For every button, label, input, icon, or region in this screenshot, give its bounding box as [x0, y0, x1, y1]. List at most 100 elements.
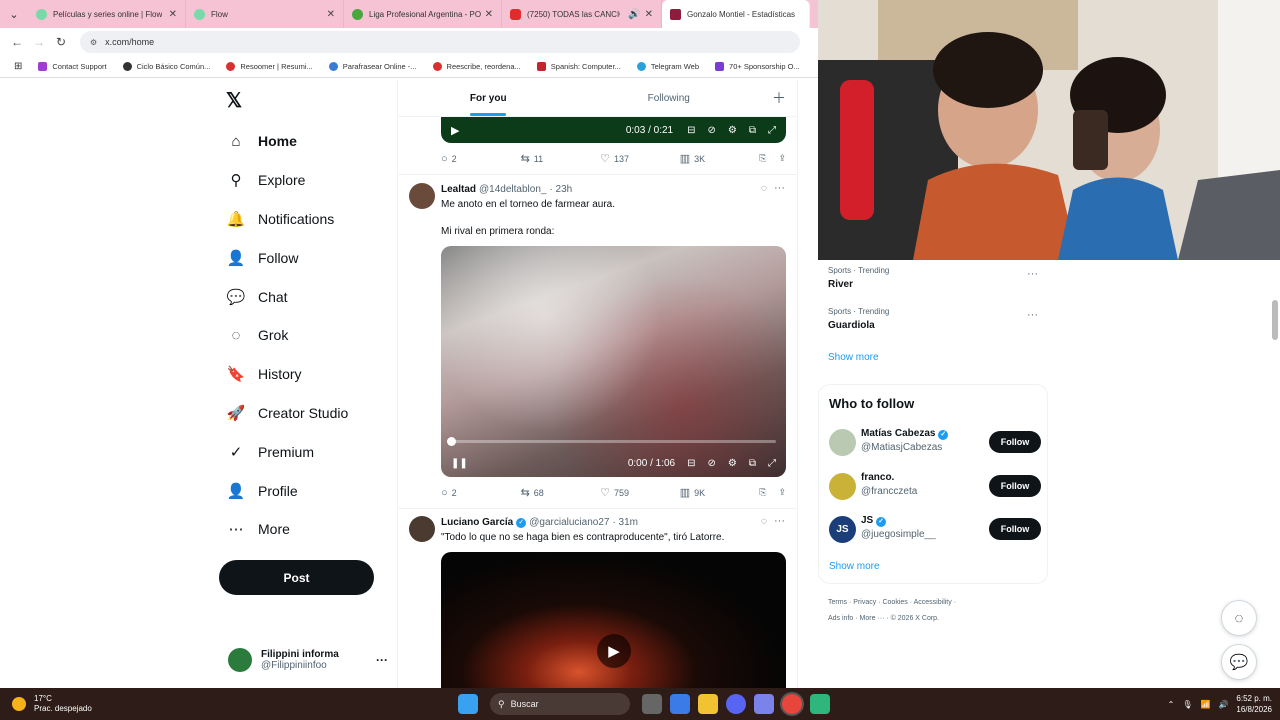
bookmark-icon[interactable]: ⎘: [759, 487, 766, 498]
tab-for-you[interactable]: For you: [398, 80, 579, 116]
tab-liga[interactable]: Liga Profesional Argentina - PO ✕: [344, 0, 502, 28]
footer-privacy-link[interactable]: Privacy: [853, 599, 876, 606]
wifi-icon[interactable]: 📶: [1200, 700, 1210, 709]
copilot-icon[interactable]: [670, 694, 690, 714]
settings-icon[interactable]: ⚙: [728, 458, 737, 469]
bookmark-parafrasear[interactable]: Parafrasear Online -...: [321, 62, 425, 71]
task-view-icon[interactable]: [642, 694, 662, 714]
follow-suggestion[interactable]: franco. @francczeta Follow: [829, 471, 1041, 501]
nav-more[interactable]: ⋯ More: [226, 510, 386, 549]
windows-start-icon[interactable]: [458, 694, 478, 714]
close-tab-icon[interactable]: ✕: [481, 9, 493, 20]
bookmark-sponsorship[interactable]: 70+ Sponsorship O...: [707, 62, 808, 71]
bookmark-resoomer[interactable]: Resoomer | Resumi...: [218, 62, 320, 71]
trend-item[interactable]: Sports · Trending River ···: [828, 266, 1038, 290]
pip-icon[interactable]: ⧉: [749, 125, 756, 136]
more-dots-icon[interactable]: ···: [774, 515, 785, 527]
captions-icon[interactable]: ⊟: [687, 458, 695, 469]
bookmark-telegram[interactable]: Telegram Web: [629, 62, 707, 71]
mute-icon[interactable]: ⊘: [708, 458, 716, 469]
microphone-icon[interactable]: 🎙: [1182, 700, 1192, 709]
views-button[interactable]: ▥ 3K: [680, 152, 760, 165]
taskbar-search[interactable]: ⚲ Buscar: [490, 693, 630, 715]
play-icon[interactable]: ▶: [451, 124, 459, 137]
grok-icon[interactable]: ◌: [761, 183, 767, 194]
close-tab-icon[interactable]: ✕: [165, 9, 177, 20]
follow-suggestion[interactable]: JS JS ✓ @juegosimple__ Follow: [829, 514, 1041, 544]
footer-ads-link[interactable]: Ads info: [828, 615, 853, 622]
nav-profile[interactable]: 👤 Profile: [226, 471, 386, 510]
tweet-time[interactable]: · 31m: [612, 517, 638, 528]
fullscreen-icon[interactable]: ⤢: [768, 458, 776, 469]
teams-icon[interactable]: [754, 694, 774, 714]
tray-chevron-icon[interactable]: ⌃: [1168, 700, 1175, 709]
video-scrubber[interactable]: [447, 437, 456, 446]
page-scrollbar[interactable]: [1272, 300, 1278, 340]
avatar[interactable]: [409, 183, 435, 209]
nav-explore[interactable]: ⚲ Explore: [226, 161, 386, 200]
nav-home[interactable]: ⌂ Home: [226, 122, 386, 161]
post-button[interactable]: Post: [219, 560, 374, 595]
nav-history[interactable]: 🔖 History: [226, 355, 386, 394]
bookmark-spanish[interactable]: Spanish: Computer...: [529, 62, 629, 71]
apps-icon[interactable]: ⊞: [6, 61, 30, 72]
author-name[interactable]: Luciano García: [441, 517, 513, 528]
play-icon[interactable]: ▶: [597, 634, 631, 668]
nav-chat[interactable]: 💬 Chat: [226, 277, 386, 316]
url-field[interactable]: ⚙ x.com/home: [80, 31, 800, 53]
footer-accessibility-link[interactable]: Accessibility: [914, 599, 952, 606]
settings-icon[interactable]: ⚙: [728, 125, 737, 136]
close-tab-icon[interactable]: ✕: [323, 9, 335, 20]
weather-widget[interactable]: 17°C Prac. despejado: [12, 694, 92, 714]
nav-notifications[interactable]: 🔔 Notifications: [226, 200, 386, 239]
follow-button[interactable]: Follow: [989, 518, 1041, 540]
avatar[interactable]: [409, 516, 435, 542]
follow-suggestion[interactable]: Matías Cabezas ✓ @MatiasjCabezas Follow: [829, 427, 1041, 457]
x-logo-icon[interactable]: 𝕏: [226, 88, 242, 113]
app-icon[interactable]: [810, 694, 830, 714]
mute-icon[interactable]: ⊘: [708, 125, 716, 136]
fullscreen-icon[interactable]: ⤢: [768, 125, 776, 136]
pip-icon[interactable]: ⧉: [749, 458, 756, 469]
repost-button[interactable]: ⇆ 68: [521, 486, 601, 499]
more-dots-icon[interactable]: ···: [774, 182, 785, 194]
reply-button[interactable]: ○ 2: [441, 153, 521, 165]
tweet-time[interactable]: · 23h: [549, 184, 572, 195]
tweet-video[interactable]: ❚❚ 0:00 / 1:06 ⊟ ⊘ ⚙ ⧉ ⤢: [441, 246, 786, 477]
file-explorer-icon[interactable]: [698, 694, 718, 714]
chat-fab-icon[interactable]: 💬: [1221, 644, 1257, 680]
more-dots-icon[interactable]: ···: [1027, 268, 1038, 280]
reload-icon[interactable]: ↻: [50, 35, 72, 49]
tab-flow[interactable]: Flow ✕: [186, 0, 344, 28]
trends-show-more-link[interactable]: Show more: [828, 352, 879, 363]
nav-premium[interactable]: ✓ Premium: [226, 432, 386, 471]
repost-button[interactable]: ⇆ 11: [521, 152, 601, 165]
like-button[interactable]: ♡ 137: [600, 152, 680, 165]
close-tab-icon[interactable]: ✕: [641, 9, 653, 20]
site-info-icon[interactable]: ⚙: [90, 38, 97, 47]
nav-grok[interactable]: ◌ Grok: [226, 316, 386, 355]
tab-gonzalo[interactable]: Gonzalo Montiel - Estadísticas: [662, 0, 810, 28]
share-icon[interactable]: ⇪: [778, 153, 786, 164]
footer-more-link[interactable]: More ···: [860, 615, 885, 622]
bookmark-cbc[interactable]: Ciclo Básico Común...: [115, 62, 219, 71]
grok-fab-icon[interactable]: ◌: [1221, 600, 1257, 636]
author-handle[interactable]: @garcialuciano27: [529, 517, 609, 528]
pause-icon[interactable]: ❚❚: [451, 458, 468, 469]
tab-youtube[interactable]: (7250) TODAS las CANCION 🔊 ✕: [502, 0, 662, 28]
bookmark-contact-support[interactable]: Contact Support: [30, 62, 114, 71]
forward-icon[interactable]: →: [28, 35, 50, 49]
tab-list-chevron-icon[interactable]: ⌄: [0, 0, 28, 28]
chrome-icon[interactable]: [782, 694, 802, 714]
tab-following[interactable]: Following: [579, 80, 760, 116]
audio-playing-icon[interactable]: 🔊: [624, 9, 640, 20]
follow-show-more-link[interactable]: Show more: [829, 561, 880, 572]
follow-button[interactable]: Follow: [989, 431, 1041, 453]
tab-peliculas[interactable]: Películas y series online | Flow ✕: [28, 0, 186, 28]
captions-icon[interactable]: ⊟: [687, 125, 695, 136]
trend-item[interactable]: Sports · Trending Guardiola ···: [828, 307, 1038, 331]
views-button[interactable]: ▥ 9K: [680, 486, 760, 499]
reply-button[interactable]: ○ 2: [441, 487, 521, 499]
account-switcher[interactable]: Filippini informa @Filippiniinfoo ···: [228, 644, 388, 676]
back-icon[interactable]: ←: [6, 35, 28, 49]
